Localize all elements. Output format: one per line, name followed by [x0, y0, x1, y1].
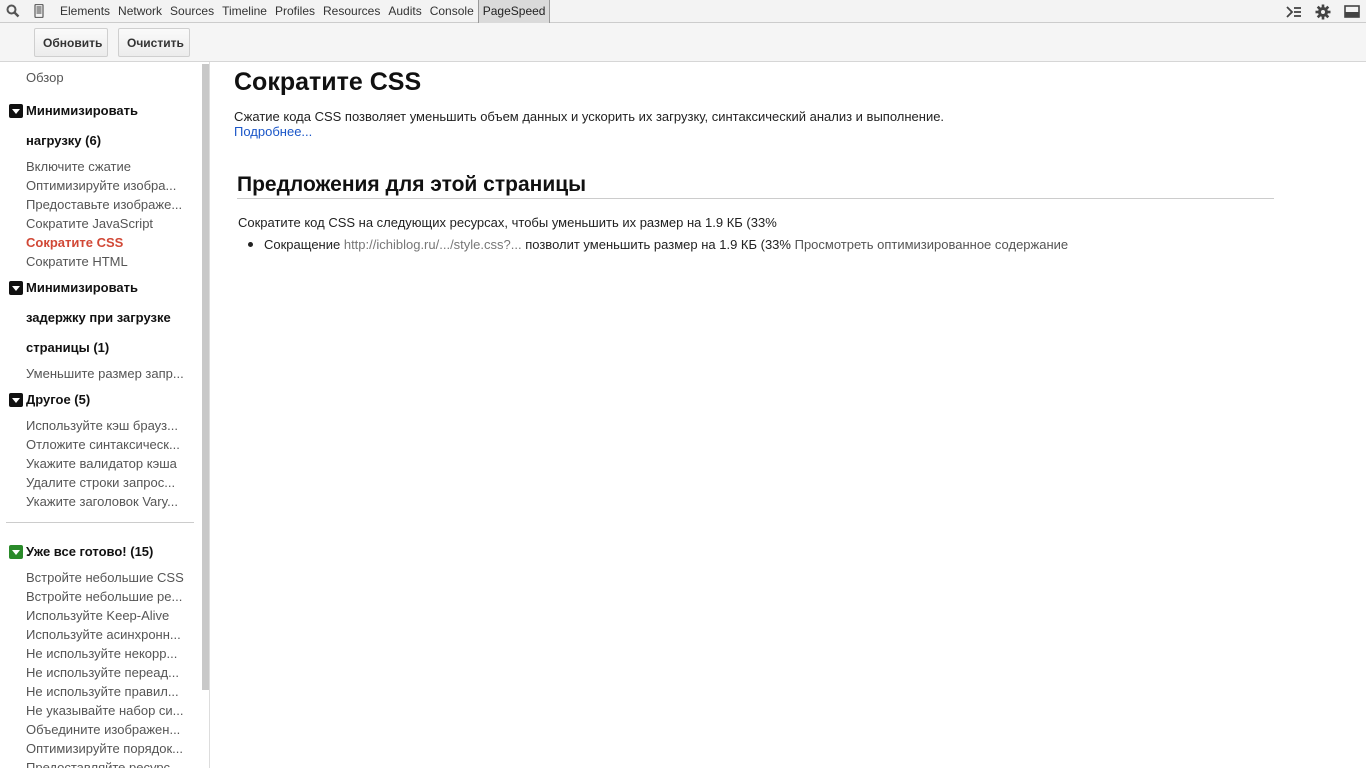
category-title[interactable]: задержку при загрузке [26, 308, 171, 327]
sidebar-item[interactable]: Встройте небольшие ре... [26, 587, 192, 606]
sidebar-item[interactable]: Включите сжатие [26, 157, 192, 176]
sidebar-item[interactable]: Удалите строки запрос... [26, 473, 192, 492]
devtools-right-controls [1279, 0, 1366, 23]
rule-description: Сжатие кода CSS позволяет уменьшить объе… [234, 109, 945, 124]
gear-icon[interactable] [1308, 0, 1337, 23]
collapse-triangle-icon[interactable] [9, 104, 23, 118]
refresh-button[interactable]: Обновить [34, 28, 108, 57]
sidebar-item[interactable]: Оптимизируйте порядок... [26, 739, 192, 758]
suggestions-heading: Предложения для этой страницы [237, 173, 587, 196]
sidebar-item[interactable]: Укажите валидатор кэша [26, 454, 192, 473]
sidebar-item[interactable]: Объедините изображен... [26, 720, 192, 739]
tab-console[interactable]: Console [426, 0, 478, 23]
sidebar-item[interactable]: Не указывайте набор си... [26, 701, 192, 720]
pagespeed-toolbar: Обновить Очистить [0, 23, 1366, 62]
learn-more-link[interactable]: Подробнее... [234, 124, 312, 139]
search-icon[interactable] [0, 0, 26, 23]
sidebar-scrollbar[interactable] [200, 62, 210, 768]
sidebar-item[interactable]: Не используйте переад... [26, 663, 192, 682]
sidebar-divider [6, 522, 194, 523]
sidebar-item[interactable]: Не используйте правил... [26, 682, 192, 701]
collapse-triangle-icon[interactable] [9, 281, 23, 295]
sidebar-item[interactable]: Сократите JavaScript [26, 214, 192, 233]
sidebar-item-active[interactable]: Сократите CSS [26, 233, 192, 252]
sidebar-item[interactable]: Используйте асинхронн... [26, 625, 192, 644]
sidebar-item[interactable]: Уменьшите размер запр... [26, 364, 192, 383]
collapse-triangle-icon[interactable] [9, 393, 23, 407]
sidebar-item[interactable]: Предоставьте изображе... [26, 195, 192, 214]
device-mode-icon[interactable] [26, 0, 52, 23]
category-title[interactable]: Минимизировать [26, 101, 138, 120]
sidebar-item-overview[interactable]: Обзор [26, 68, 192, 87]
view-optimized-link[interactable]: Просмотреть оптимизированное содержание [795, 237, 1069, 252]
suggestions-intro: Сократите код CSS на следующих ресурсах,… [238, 215, 777, 230]
category-title[interactable]: нагрузку (6) [26, 131, 101, 150]
category-title[interactable]: Минимизировать [26, 278, 138, 297]
clear-button[interactable]: Очистить [118, 28, 190, 57]
sidebar-item[interactable]: Встройте небольшие CSS [26, 568, 192, 587]
collapse-triangle-icon[interactable] [9, 545, 23, 559]
devtools-tab-bar: Elements Network Sources Timeline Profil… [0, 0, 1366, 23]
tab-profiles[interactable]: Profiles [271, 0, 319, 23]
category-title[interactable]: Другое (5) [26, 390, 90, 409]
tab-audits[interactable]: Audits [384, 0, 425, 23]
sidebar-item[interactable]: Используйте Keep-Alive [26, 606, 192, 625]
sidebar-item[interactable]: Не используйте некорр... [26, 644, 192, 663]
tab-sources[interactable]: Sources [166, 0, 218, 23]
tab-elements[interactable]: Elements [56, 0, 114, 23]
tab-resources[interactable]: Resources [319, 0, 384, 23]
resource-url-link[interactable]: http://ichiblog.ru/.../style.css?... [344, 237, 522, 252]
sidebar-item[interactable]: Предоставляйте ресурс... [26, 758, 192, 768]
category-title[interactable]: страницы (1) [26, 338, 109, 357]
sidebar-item[interactable]: Укажите заголовок Vary... [26, 492, 192, 511]
tab-pagespeed[interactable]: PageSpeed [477, 0, 551, 23]
category-title[interactable]: Уже все готово! (15) [26, 542, 153, 561]
panel-tabs: Elements Network Sources Timeline Profil… [56, 0, 551, 23]
dock-side-icon[interactable] [1337, 0, 1366, 23]
heading-divider [237, 198, 1274, 199]
bullet-icon [248, 242, 253, 248]
sidebar-item[interactable]: Оптимизируйте изобра... [26, 176, 192, 195]
item-prefix: Сокращение [264, 237, 341, 252]
rule-details: Сократите CSS Сжатие кода CSS позволяет … [212, 62, 1366, 768]
tab-network[interactable]: Network [114, 0, 166, 23]
page-title: Сократите CSS [234, 68, 422, 96]
rules-sidebar: Обзор Минимизировать нагрузку (6) Включи… [0, 62, 200, 768]
list-item: Сокращение http://ichiblog.ru/.../style.… [248, 237, 1068, 252]
sidebar-item[interactable]: Отложите синтаксическ... [26, 435, 192, 454]
sidebar-item[interactable]: Сократите HTML [26, 252, 192, 271]
tab-timeline[interactable]: Timeline [218, 0, 271, 23]
sidebar-item[interactable]: Используйте кэш брауз... [26, 416, 192, 435]
item-suffix: позволит уменьшить размер на 1.9 КБ (33% [525, 237, 791, 252]
sidebar-scroll-thumb[interactable] [202, 64, 209, 690]
console-drawer-icon[interactable] [1279, 0, 1308, 23]
